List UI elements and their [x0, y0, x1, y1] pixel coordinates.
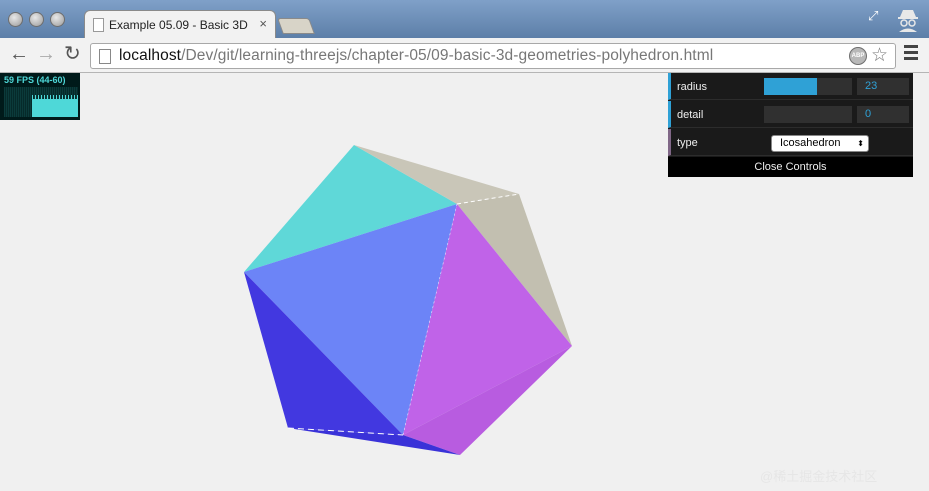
fps-bars — [32, 95, 78, 117]
incognito-icon — [898, 10, 918, 32]
fps-label: 59 FPS (44-60) — [4, 75, 66, 85]
url-path: /Dev/git/learning-threejs/chapter-05/09-… — [181, 47, 714, 64]
reload-button[interactable]: ↻ — [64, 43, 81, 65]
page-icon — [93, 18, 104, 32]
watermark: @稀土掘金技术社区 — [760, 469, 878, 484]
back-button[interactable]: ← — [9, 43, 29, 65]
minimize-window-button[interactable] — [29, 12, 44, 27]
browser-toolbar: ← → ↻ localhost/Dev/git/learning-threejs… — [0, 38, 929, 73]
page-icon — [99, 49, 111, 64]
type-label: type — [677, 137, 698, 149]
type-select[interactable]: Icosahedron ⬍ — [771, 135, 869, 152]
select-arrow-icon: ⬍ — [857, 139, 864, 148]
browser-menu-icon[interactable] — [904, 45, 918, 63]
new-tab-button[interactable] — [277, 18, 315, 34]
detail-slider[interactable] — [764, 106, 852, 123]
browser-tab[interactable]: Example 05.09 - Basic 3D × — [84, 10, 276, 39]
close-controls-button[interactable]: Close Controls — [668, 157, 913, 177]
radius-slider-fill — [764, 78, 817, 95]
url-text[interactable]: localhost/Dev/git/learning-threejs/chapt… — [119, 47, 713, 65]
address-bar[interactable]: localhost/Dev/git/learning-threejs/chapt… — [90, 43, 896, 69]
zoom-window-button[interactable] — [50, 12, 65, 27]
radius-label: radius — [677, 81, 707, 93]
detail-control: detail 0 — [668, 101, 913, 128]
tab-title: Example 05.09 - Basic 3D — [109, 18, 248, 32]
controls-panel: radius 23 detail 0 type Icosahedron ⬍ Cl… — [668, 73, 913, 177]
radius-input[interactable]: 23 — [857, 78, 909, 95]
fullscreen-icon[interactable]: ⤢ — [868, 8, 878, 24]
window-titlebar: Example 05.09 - Basic 3D × ⤢ — [0, 0, 929, 39]
close-window-button[interactable] — [8, 12, 23, 27]
detail-input[interactable]: 0 — [857, 106, 909, 123]
detail-label: detail — [677, 109, 704, 121]
radius-control: radius 23 — [668, 73, 913, 100]
radius-slider[interactable] — [764, 78, 852, 95]
bookmark-star-icon[interactable]: ☆ — [871, 44, 888, 67]
url-host: localhost — [119, 47, 182, 64]
type-control: type Icosahedron ⬍ — [668, 129, 913, 156]
fps-stats-panel[interactable]: 59 FPS (44-60) — [0, 73, 80, 120]
forward-button[interactable]: → — [36, 43, 56, 65]
adblock-icon[interactable]: ABP — [849, 47, 867, 65]
type-select-value: Icosahedron — [780, 137, 841, 149]
tab-close-icon[interactable]: × — [259, 16, 267, 31]
fps-graph — [4, 87, 78, 117]
